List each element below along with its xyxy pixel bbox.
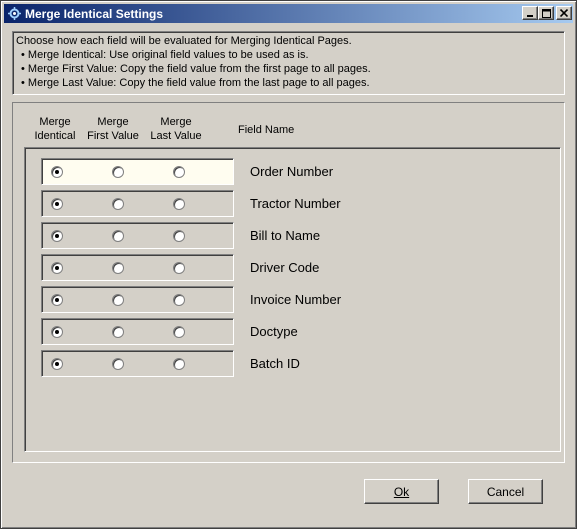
- field-name-label: Bill to Name: [250, 228, 321, 243]
- merge-last-value-radio[interactable]: [173, 294, 185, 306]
- merge-identical-radio[interactable]: [51, 358, 63, 370]
- merge-first-value-radio[interactable]: [112, 326, 124, 338]
- merge-first-value-radio[interactable]: [112, 230, 124, 242]
- header-field-name: Field Name: [238, 124, 295, 136]
- field-name-label: Order Number: [250, 164, 334, 179]
- field-row[interactable]: [41, 190, 234, 217]
- fields-list-panel: Order Number Tractor Number Bill to Name Dr…: [24, 147, 561, 452]
- merge-last-value-radio[interactable]: [173, 358, 185, 370]
- field-row[interactable]: [41, 350, 234, 377]
- title-bar[interactable]: Merge Identical Settings: [4, 4, 573, 23]
- merge-identical-radio[interactable]: [51, 166, 63, 178]
- merge-last-value-radio[interactable]: [173, 262, 185, 274]
- merge-last-value-radio[interactable]: [173, 198, 185, 210]
- field-name-label: Tractor Number: [250, 196, 341, 211]
- instructions-panel: Choose how each field will be evaluated …: [12, 31, 565, 95]
- maximize-button[interactable]: [538, 6, 554, 20]
- instructions-heading: Choose how each field will be evaluated …: [16, 35, 352, 47]
- field-name-label: Driver Code: [250, 260, 320, 275]
- merge-settings-dialog: Merge Identical Settings Choose how each…: [0, 0, 577, 529]
- field-row[interactable]: [41, 318, 234, 345]
- field-name-label: Doctype: [250, 324, 298, 339]
- field-row[interactable]: [41, 254, 234, 281]
- field-row[interactable]: [41, 158, 234, 185]
- field-row[interactable]: [41, 286, 234, 313]
- field-name-label: Invoice Number: [250, 292, 342, 307]
- merge-last-value-radio[interactable]: [173, 326, 185, 338]
- maximize-icon: [541, 8, 551, 18]
- merge-first-value-radio[interactable]: [112, 166, 124, 178]
- merge-last-value-radio[interactable]: [173, 230, 185, 242]
- fields-group: Merge Identical Merge First Value Merge …: [12, 102, 565, 463]
- minimize-button[interactable]: [522, 6, 538, 20]
- merge-first-value-radio[interactable]: [112, 358, 124, 370]
- merge-first-value-radio[interactable]: [112, 198, 124, 210]
- ok-button[interactable]: Ok: [364, 479, 439, 504]
- merge-identical-radio[interactable]: [51, 262, 63, 274]
- header-merge-last-value: Merge Last Value: [150, 116, 202, 142]
- instructions-item-first: • Merge First Value: Copy the field valu…: [21, 63, 371, 75]
- cancel-button[interactable]: Cancel: [468, 479, 543, 504]
- close-icon: [560, 9, 568, 17]
- merge-last-value-radio[interactable]: [173, 166, 185, 178]
- merge-identical-radio[interactable]: [51, 294, 63, 306]
- ok-button-label: Ok: [393, 484, 410, 499]
- merge-identical-radio[interactable]: [51, 198, 63, 210]
- instructions-item-identical: • Merge Identical: Use original field va…: [21, 49, 309, 61]
- merge-first-value-radio[interactable]: [112, 294, 124, 306]
- cancel-button-label: Cancel: [486, 484, 525, 499]
- minimize-icon: [527, 15, 533, 17]
- header-merge-identical: Merge Identical: [34, 116, 76, 142]
- merge-identical-radio[interactable]: [51, 230, 63, 242]
- instructions-item-last: • Merge Last Value: Copy the field value…: [21, 77, 370, 89]
- header-merge-first-value: Merge First Value: [87, 116, 139, 142]
- window-title: Merge Identical Settings: [25, 6, 164, 21]
- merge-first-value-radio[interactable]: [112, 262, 124, 274]
- merge-identical-radio[interactable]: [51, 326, 63, 338]
- gear-icon: [7, 7, 21, 21]
- close-button[interactable]: [556, 6, 572, 20]
- field-row[interactable]: [41, 222, 234, 249]
- field-name-label: Batch ID: [250, 356, 300, 371]
